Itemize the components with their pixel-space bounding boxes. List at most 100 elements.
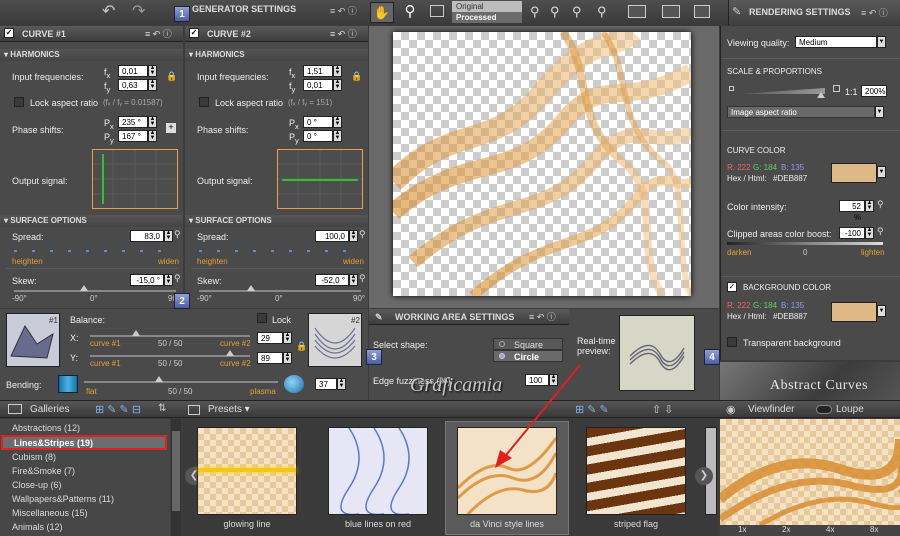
viewing-quality-select[interactable]: Medium bbox=[795, 36, 877, 48]
square-radio[interactable] bbox=[499, 341, 505, 347]
presets-title[interactable]: Presets ▾ bbox=[208, 404, 250, 415]
preset-move-icons[interactable]: ⇧ ⇩ bbox=[652, 403, 674, 416]
curve1-fx-input[interactable]: 0,01 bbox=[118, 65, 148, 77]
curve-color-swatch[interactable] bbox=[831, 163, 877, 183]
ratio-11-label[interactable]: 1:1 bbox=[845, 87, 858, 97]
curve1-enable-checkbox[interactable]: ✓ bbox=[4, 28, 14, 38]
bending-thumb[interactable] bbox=[155, 376, 163, 382]
curve1-skew-thumb[interactable] bbox=[80, 285, 88, 291]
preset-striped-flag[interactable] bbox=[586, 427, 686, 515]
curve2-skew-input[interactable]: -52,0 ° bbox=[315, 274, 349, 286]
curve2-skew-stepper[interactable]: ▲ ▼ bbox=[349, 274, 358, 286]
fit-screen-icon[interactable] bbox=[628, 5, 646, 18]
viewfinder-image[interactable] bbox=[720, 419, 900, 525]
color-intensity-zoom-icon[interactable]: ⚲ bbox=[877, 199, 884, 210]
clipped-areas-slider[interactable] bbox=[727, 242, 883, 245]
curve1-fy-input[interactable]: 0,63 bbox=[118, 79, 148, 91]
header-menu-icon[interactable]: ≡ ↶ ⓘ bbox=[330, 4, 357, 17]
curve1-skew-stepper[interactable]: ▲ ▼ bbox=[164, 274, 173, 286]
scale-slider[interactable] bbox=[739, 88, 825, 94]
gallery-item-miscellaneous[interactable]: Miscellaneous (15) bbox=[0, 506, 170, 520]
curve1-lock-aspect-checkbox[interactable] bbox=[14, 97, 24, 107]
clipped-areas-input[interactable]: -100 bbox=[839, 227, 865, 239]
bending-input[interactable]: 37 bbox=[315, 378, 337, 390]
actual-size-icon[interactable] bbox=[662, 5, 680, 18]
curve1-px-input[interactable]: 235 ° bbox=[118, 116, 148, 128]
curve1-surface-header[interactable]: ▾ SURFACE OPTIONS bbox=[0, 215, 183, 227]
hand-tool-icon[interactable]: ✋ bbox=[370, 2, 394, 23]
gallery-item-fire-smoke[interactable]: Fire&Smoke (7) bbox=[0, 464, 170, 478]
bg-color-swatch[interactable] bbox=[831, 302, 877, 322]
shape-square-option[interactable]: Square bbox=[493, 338, 563, 350]
galleries-scrollbar[interactable] bbox=[171, 419, 181, 536]
curve1-spread-stepper[interactable]: ▲ ▼ bbox=[164, 230, 173, 242]
zoom-reset-icon[interactable]: ⚲ bbox=[572, 4, 582, 20]
gallery-item-lines-stripes[interactable]: Lines&Stripes (19) bbox=[1, 435, 167, 450]
zoom-fit-icon[interactable]: ⚲ bbox=[597, 4, 607, 20]
add-point-icon[interactable]: ⚲ bbox=[530, 4, 540, 20]
color-intensity-stepper[interactable]: ▲ ▼ bbox=[865, 200, 874, 212]
curve2-px-input[interactable]: 0 ° bbox=[303, 116, 333, 128]
processed-tab[interactable]: Processed bbox=[452, 12, 522, 23]
curve2-spread-slider[interactable] bbox=[199, 250, 361, 252]
curve1-px-stepper[interactable]: ▲ ▼ bbox=[148, 116, 157, 128]
balance-x-slider[interactable] bbox=[90, 335, 250, 337]
scale-zoom-input[interactable]: 200% bbox=[861, 85, 887, 97]
balance-x-stepper[interactable]: ▲ ▼ bbox=[283, 332, 292, 344]
curve2-fx-stepper[interactable]: ▲ ▼ bbox=[333, 65, 342, 77]
curve-color-dropdown-icon[interactable]: ▼ bbox=[877, 166, 886, 178]
clipped-areas-stepper[interactable]: ▲ ▼ bbox=[865, 227, 874, 239]
bending-stepper[interactable]: ▲ ▼ bbox=[337, 378, 346, 390]
curve1-py-stepper[interactable]: ▲ ▼ bbox=[148, 130, 157, 142]
curve1-header-icons[interactable]: ≡ ↶ ⓘ bbox=[145, 26, 172, 42]
zoom-8x[interactable]: 8x bbox=[870, 525, 878, 534]
gallery-tools-icons[interactable]: ⊞ ✎ ✎ ⊟ bbox=[95, 403, 141, 416]
bg-color-checkbox[interactable]: ✓ bbox=[727, 282, 737, 292]
canvas-image[interactable] bbox=[385, 23, 696, 300]
curve2-lock-icon[interactable]: 🔒 bbox=[351, 71, 362, 82]
balance-y-input[interactable]: 89 bbox=[257, 352, 283, 364]
remove-point-icon[interactable]: ⚲ bbox=[550, 4, 560, 20]
curve2-py-stepper[interactable]: ▲ ▼ bbox=[333, 130, 342, 142]
curve2-py-input[interactable]: 0 ° bbox=[303, 130, 333, 142]
original-tab[interactable]: Original bbox=[452, 1, 522, 12]
curve1-spread-slider[interactable] bbox=[14, 250, 176, 252]
gallery-item-wallpapers-patterns[interactable]: Wallpapers&Patterns (11) bbox=[0, 492, 170, 506]
fullscreen-icon[interactable] bbox=[694, 5, 710, 18]
gallery-item-abstractions[interactable]: Abstractions (12) bbox=[0, 421, 170, 435]
working-area-header-icons[interactable]: ≡ ↶ ⓘ bbox=[529, 309, 556, 325]
color-intensity-input[interactable]: 52 % bbox=[839, 200, 865, 222]
preset-blue-lines[interactable] bbox=[328, 427, 428, 516]
curve1-harmonics-header[interactable]: ▾ HARMONICS bbox=[0, 49, 183, 61]
aspect-ratio-dropdown-icon[interactable]: ▼ bbox=[875, 106, 884, 118]
curve2-skew-zoom-icon[interactable]: ⚲ bbox=[359, 273, 366, 284]
balance-x-input[interactable]: 29 bbox=[257, 332, 283, 344]
curve2-surface-header[interactable]: ▾ SURFACE OPTIONS bbox=[185, 215, 368, 227]
bending-slider[interactable] bbox=[84, 381, 278, 383]
presets-next-button[interactable]: ❯ bbox=[695, 467, 713, 485]
aspect-ratio-select[interactable]: Image aspect ratio bbox=[727, 106, 875, 118]
curve1-lock-icon[interactable]: 🔒 bbox=[166, 71, 177, 82]
curve2-skew-slider[interactable] bbox=[199, 290, 361, 292]
curve2-spread-stepper[interactable]: ▲ ▼ bbox=[349, 230, 358, 242]
preset-glowing-line[interactable] bbox=[197, 427, 297, 515]
undo-icon[interactable]: ↶ bbox=[102, 4, 126, 21]
zoom-tool-icon[interactable]: ⚲ bbox=[398, 2, 422, 23]
curve2-spread-input[interactable]: 100,0 bbox=[315, 230, 349, 242]
curve1-fx-stepper[interactable]: ▲ ▼ bbox=[148, 65, 157, 77]
curve2-fx-input[interactable]: 1,51 bbox=[303, 65, 333, 77]
curve1-fy-stepper[interactable]: ▲ ▼ bbox=[148, 79, 157, 91]
viewing-quality-dropdown-icon[interactable]: ▼ bbox=[877, 36, 886, 48]
transparent-bg-checkbox[interactable] bbox=[727, 337, 737, 347]
balance-lock-icon[interactable]: 🔒 bbox=[296, 341, 307, 352]
curve2-px-stepper[interactable]: ▲ ▼ bbox=[333, 116, 342, 128]
curve1-skew-zoom-icon[interactable]: ⚲ bbox=[174, 273, 181, 284]
redo-icon[interactable]: ↷ bbox=[132, 4, 156, 21]
curve1-phase-plus-icon[interactable]: + bbox=[166, 123, 176, 133]
curve2-lock-aspect-checkbox[interactable] bbox=[199, 97, 209, 107]
curve1-skew-input[interactable]: -15,0 ° bbox=[130, 274, 164, 286]
zoom-4x[interactable]: 4x bbox=[826, 525, 834, 534]
image-view-icon[interactable] bbox=[430, 5, 444, 17]
gallery-item-close-up[interactable]: Close-up (6) bbox=[0, 478, 170, 492]
scale-slider-thumb[interactable] bbox=[817, 92, 825, 98]
